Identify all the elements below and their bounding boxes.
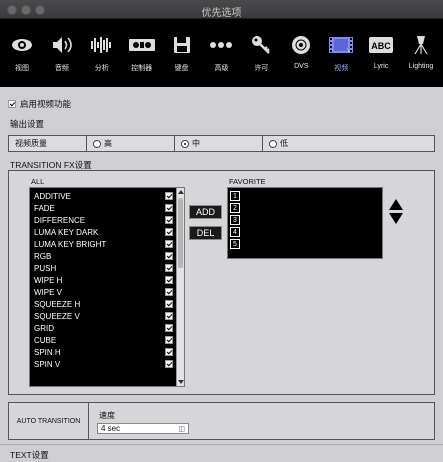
list-item[interactable]: SQUEEZE H <box>30 298 176 310</box>
radio-high[interactable] <box>93 139 101 148</box>
all-transitions-list[interactable]: ADDITIVE FADE DIFFERENCE LUMA KEY DARK L… <box>29 187 185 387</box>
divider <box>0 444 443 445</box>
list-item[interactable]: WIPE V <box>30 286 176 298</box>
output-settings-heading: 输出设置 <box>10 119 45 129</box>
svg-text:ABC: ABC <box>371 41 391 51</box>
quality-option-high[interactable]: 高 <box>87 136 175 151</box>
tab-analysis[interactable]: 分析 <box>82 19 122 87</box>
video-quality-label: 视频质量 <box>9 136 87 151</box>
key-icon <box>250 32 272 58</box>
list-item[interactable]: SQUEEZE V <box>30 310 176 322</box>
tab-license[interactable]: 许可 <box>241 19 281 87</box>
video-settings-panel: 启用视频功能 输出设置 视频质量 高 中 低 TRANSITION FX设置 A… <box>0 87 443 462</box>
checkbox[interactable] <box>165 336 173 344</box>
tab-audio[interactable]: 音频 <box>42 19 82 87</box>
checkbox[interactable] <box>165 252 173 260</box>
list-item[interactable]: ADDITIVE <box>30 190 176 202</box>
favorite-slot[interactable]: 5 <box>228 238 382 250</box>
preferences-toolbar: 视图 音频 分析 控制器 键盘 高级 许可 DVS 视频 ABC Lyric L… <box>0 19 443 87</box>
favorite-transitions-list[interactable]: 1 2 3 4 5 <box>227 187 383 259</box>
del-button[interactable]: DEL <box>189 226 222 240</box>
favorite-slot[interactable]: 1 <box>228 190 382 202</box>
checkbox[interactable] <box>165 216 173 224</box>
tab-view[interactable]: 视图 <box>2 19 42 87</box>
checkbox[interactable] <box>165 312 173 320</box>
lighting-icon <box>409 32 433 58</box>
favorite-slot[interactable]: 3 <box>228 214 382 226</box>
list-item[interactable]: DIFFERENCE <box>30 214 176 226</box>
text-settings-heading: TEXT设置 <box>10 450 49 460</box>
checkbox[interactable] <box>165 228 173 236</box>
radio-low[interactable] <box>269 139 277 148</box>
floppy-icon <box>173 32 191 58</box>
eye-icon <box>11 32 33 58</box>
checkbox[interactable] <box>165 240 173 248</box>
favorite-slot[interactable]: 2 <box>228 202 382 214</box>
checkbox[interactable] <box>165 348 173 356</box>
radio-medium[interactable] <box>181 139 189 148</box>
quality-option-low[interactable]: 低 <box>263 136 434 151</box>
speaker-icon <box>51 32 73 58</box>
dots-icon <box>209 32 233 58</box>
scroll-up-icon[interactable] <box>178 190 184 194</box>
tab-controller[interactable]: 控制器 <box>122 19 162 87</box>
add-button[interactable]: ADD <box>189 205 222 219</box>
window-title: 优先选项 <box>201 8 242 19</box>
speed-label: 速度 <box>99 411 115 420</box>
title-bar: 优先选项 <box>0 0 443 19</box>
enable-video-row[interactable]: 启用视频功能 <box>8 98 71 110</box>
list-item[interactable]: FADE <box>30 202 176 214</box>
scroll-down-icon[interactable] <box>178 380 184 384</box>
transition-fx-box: ALL FAVORITE ADDITIVE FADE DIFFERENCE LU… <box>8 170 435 395</box>
tab-keyboard[interactable]: 键盘 <box>162 19 202 87</box>
tab-dvs[interactable]: DVS <box>281 19 321 87</box>
list-item[interactable]: RGB <box>30 250 176 262</box>
list-item[interactable]: WIPE H <box>30 274 176 286</box>
auto-transition-box: AUTO TRANSITION 速度 4 sec ◫ <box>8 402 435 440</box>
favorite-slot[interactable]: 4 <box>228 226 382 238</box>
list-item[interactable]: CUBE <box>30 334 176 346</box>
list-item[interactable]: PUSH <box>30 262 176 274</box>
checkbox[interactable] <box>165 360 173 368</box>
stepper-icon[interactable]: ◫ <box>178 425 185 433</box>
list-item[interactable]: LUMA KEY DARK <box>30 226 176 238</box>
enable-video-checkbox[interactable] <box>8 100 16 108</box>
waveform-icon <box>90 32 114 58</box>
video-quality-row: 视频质量 高 中 低 <box>8 135 435 152</box>
checkbox[interactable] <box>165 324 173 332</box>
favorite-list-heading: FAVORITE <box>229 177 266 186</box>
checkbox[interactable] <box>165 288 173 296</box>
enable-video-label: 启用视频功能 <box>20 99 72 109</box>
list-item[interactable]: LUMA KEY BRIGHT <box>30 238 176 250</box>
all-list-scrollbar[interactable] <box>176 188 184 386</box>
tab-video[interactable]: 视频 <box>321 19 361 87</box>
list-item[interactable]: GRID <box>30 322 176 334</box>
checkbox[interactable] <box>165 276 173 284</box>
quality-option-medium[interactable]: 中 <box>175 136 263 151</box>
video-icon <box>328 32 354 58</box>
checkbox[interactable] <box>165 192 173 200</box>
all-list-heading: ALL <box>31 177 45 186</box>
tab-lighting[interactable]: Lighting <box>401 19 441 87</box>
list-item[interactable]: SPIN H <box>30 346 176 358</box>
controller-icon <box>128 32 156 58</box>
move-up-icon[interactable] <box>389 199 403 212</box>
disc-icon <box>291 32 311 58</box>
move-down-icon[interactable] <box>389 213 403 226</box>
tab-lyric[interactable]: ABC Lyric <box>361 19 401 87</box>
checkbox[interactable] <box>165 204 173 212</box>
auto-transition-label: AUTO TRANSITION <box>9 403 89 439</box>
scroll-thumb[interactable] <box>178 198 183 268</box>
abc-icon: ABC <box>368 32 394 58</box>
list-item[interactable]: SPIN V <box>30 358 176 370</box>
checkbox[interactable] <box>165 264 173 272</box>
speed-input[interactable]: 4 sec ◫ <box>97 423 189 434</box>
tab-advanced[interactable]: 高级 <box>202 19 242 87</box>
checkbox[interactable] <box>165 300 173 308</box>
